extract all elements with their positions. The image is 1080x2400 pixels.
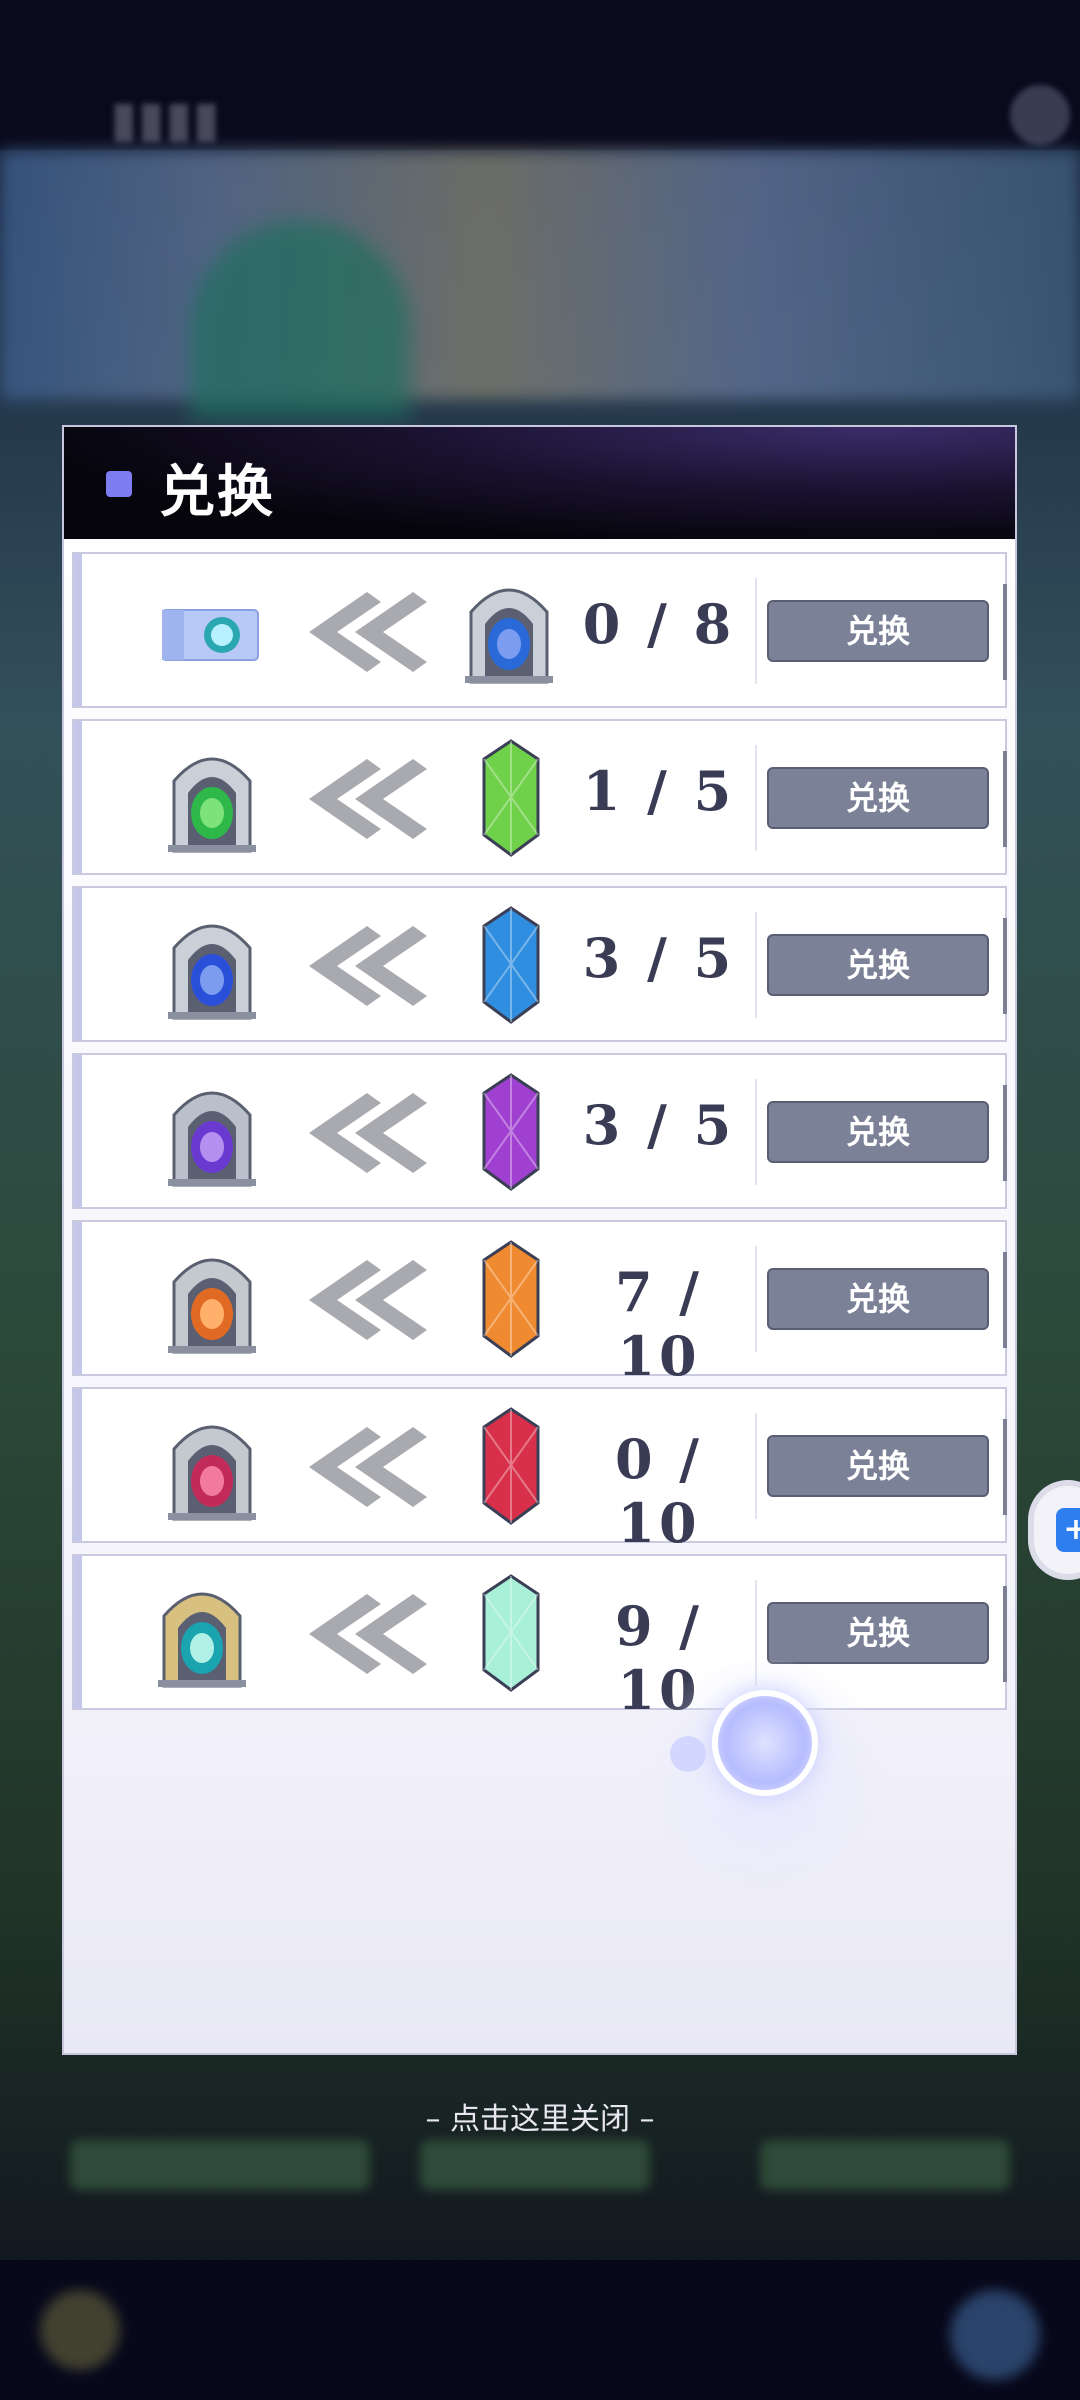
- row-edge: [1003, 918, 1007, 1014]
- exchange-button[interactable]: 兑换: [767, 1435, 989, 1497]
- crystal-icon: [476, 1240, 546, 1358]
- dialog-title: 兑换: [159, 459, 275, 525]
- portal-icon: [162, 1409, 262, 1521]
- portal-icon: [162, 1242, 262, 1354]
- blurred-bar: [420, 2140, 650, 2190]
- blurred-bar: [760, 2140, 1010, 2190]
- menu-icon: [950, 2290, 1040, 2380]
- header-bullet-icon: [106, 471, 132, 497]
- exchange-button[interactable]: 兑换: [767, 1101, 989, 1163]
- crystal-icon: [476, 1073, 546, 1191]
- row-edge: [1003, 751, 1007, 847]
- double-chevron-left-icon: [309, 592, 429, 672]
- back-icon: [40, 2290, 120, 2370]
- portal-icon: [162, 1075, 262, 1187]
- divider: [755, 1246, 757, 1352]
- row-edge: [1003, 1586, 1007, 1682]
- divider: [755, 1079, 757, 1185]
- exchange-button[interactable]: 兑换: [767, 767, 989, 829]
- owned-count: 0 / 8: [582, 592, 736, 656]
- double-chevron-left-icon: [309, 1093, 429, 1173]
- touch-indicator-dot: [670, 1736, 706, 1772]
- ticket-icon: [161, 574, 262, 686]
- exchange-button[interactable]: 兑换: [767, 1268, 989, 1330]
- exchange-row: 1 / 5 兑换: [72, 719, 1007, 875]
- owned-count: 0 / 10: [614, 1427, 704, 1555]
- blurred-scene: [0, 150, 1080, 400]
- row-edge: [1003, 1085, 1007, 1181]
- chat-plus-icon: +: [1056, 1508, 1080, 1552]
- close-hint[interactable]: – 点击这里关闭 –: [0, 2094, 1080, 2138]
- exchange-button[interactable]: 兑换: [767, 600, 989, 662]
- portal-icon: [162, 741, 262, 853]
- crystal-icon: [476, 1574, 546, 1692]
- exchange-row: 3 / 5 兑换: [72, 886, 1007, 1042]
- exchange-row: 0 / 10 兑换: [72, 1387, 1007, 1555]
- row-edge: [1003, 1252, 1007, 1348]
- owned-count: 3 / 5: [582, 926, 736, 990]
- exchange-button[interactable]: 兑换: [767, 1602, 989, 1664]
- portal-icon: [152, 1576, 262, 1688]
- double-chevron-left-icon: [309, 1427, 429, 1507]
- owned-count: 3 / 5: [582, 1093, 736, 1157]
- owned-count: 7 / 10: [614, 1260, 704, 1388]
- exchange-button[interactable]: 兑换: [767, 934, 989, 996]
- blurred-bar: [70, 2140, 370, 2190]
- double-chevron-left-icon: [309, 1260, 429, 1340]
- bottom-bar-background: [0, 2260, 1080, 2400]
- portal-icon: [162, 908, 262, 1020]
- crystal-icon: [476, 739, 546, 857]
- exchange-row: 9 / 10 兑换: [72, 1554, 1007, 1722]
- portal-icon: [459, 572, 559, 690]
- side-chat-tab[interactable]: +: [1028, 1480, 1080, 1580]
- owned-count: 1 / 5: [582, 759, 736, 823]
- divider: [755, 912, 757, 1018]
- help-icon: [1010, 85, 1070, 145]
- blurred-page-title: ▮▮▮▮: [110, 90, 221, 148]
- touch-indicator-ring: [712, 1690, 818, 1796]
- crystal-icon: [476, 1407, 546, 1525]
- divider: [755, 578, 757, 684]
- double-chevron-left-icon: [309, 759, 429, 839]
- double-chevron-left-icon: [309, 926, 429, 1006]
- dialog-header: 兑换: [64, 427, 1015, 539]
- double-chevron-left-icon: [309, 1594, 429, 1674]
- crystal-icon: [476, 906, 546, 1024]
- exchange-row: 7 / 10 兑换: [72, 1220, 1007, 1388]
- row-edge: [1003, 584, 1007, 680]
- exchange-row: 0 / 8 兑换: [72, 552, 1007, 708]
- divider: [755, 1413, 757, 1519]
- row-edge: [1003, 1419, 1007, 1515]
- divider: [755, 745, 757, 851]
- exchange-row: 3 / 5 兑换: [72, 1053, 1007, 1209]
